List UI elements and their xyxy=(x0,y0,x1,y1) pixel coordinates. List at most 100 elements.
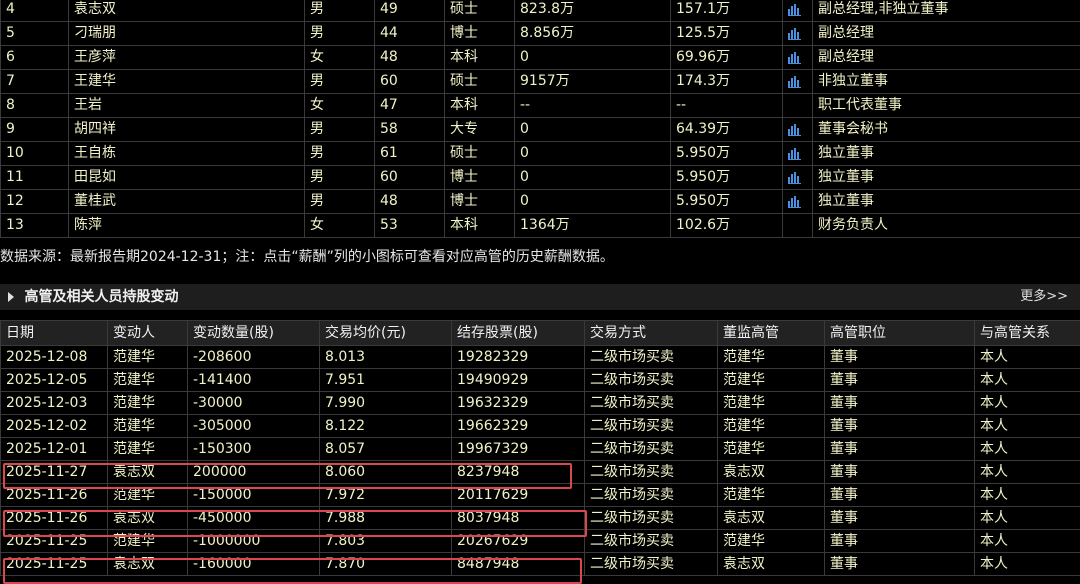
salary-history-cell[interactable] xyxy=(782,45,813,70)
bar-chart-icon[interactable] xyxy=(788,171,801,184)
cell-gender: 男 xyxy=(304,141,375,166)
table-cell: 本人 xyxy=(974,437,1080,461)
table-row: 11 田昆如男 60 博士 0 5.950万 独立董事 xyxy=(0,165,1080,190)
cell-gender: 男 xyxy=(304,0,375,22)
bar-chart-icon[interactable] xyxy=(788,3,801,16)
cell-holding: 0 xyxy=(514,189,671,214)
bar-chart-icon[interactable] xyxy=(788,195,801,208)
salary-history-cell[interactable] xyxy=(782,141,813,166)
table-cell: 范建华 xyxy=(107,529,188,553)
salary-history-cell[interactable] xyxy=(782,117,813,142)
column-header[interactable]: 交易均价(元) xyxy=(319,320,452,346)
cell-gender: 男 xyxy=(304,165,375,190)
cell-no: 13 xyxy=(0,213,69,238)
cell-position: 董事会秘书 xyxy=(812,117,1080,142)
cell-position: 独立董事 xyxy=(812,141,1080,166)
cell-edu: 硕士 xyxy=(444,69,515,94)
salary-history-cell[interactable] xyxy=(782,189,813,214)
table-cell: 二级市场买卖 xyxy=(584,483,718,507)
table-cell: 8487948 xyxy=(451,552,585,576)
more-link[interactable]: 更多>> xyxy=(1020,284,1068,310)
table-cell: 袁志双 xyxy=(107,552,188,576)
column-header[interactable]: 与高管关系 xyxy=(974,320,1080,346)
data-source-note: 数据来源：最新报告期2024-12-31；注：点击“薪酬”列的小图标可查看对应高… xyxy=(0,249,614,265)
table-cell: 董事 xyxy=(824,414,975,438)
column-header[interactable]: 高管职位 xyxy=(824,320,975,346)
table-cell: 本人 xyxy=(974,368,1080,392)
salary-history-cell[interactable] xyxy=(782,165,813,190)
table-cell: 2025-11-27 xyxy=(0,460,108,484)
table-row: 4 袁志双男 49 硕士 823.8万 157.1万 副总经理,非独立董事 xyxy=(0,0,1080,22)
salary-history-cell[interactable] xyxy=(782,0,813,22)
cell-position: 财务负责人 xyxy=(812,213,1080,238)
cell-name: 刁瑞朋 xyxy=(68,21,305,46)
table-cell: 7.951 xyxy=(319,368,452,392)
table-cell: 2025-11-25 xyxy=(0,552,108,576)
salary-history-cell xyxy=(782,213,813,238)
salary-history-cell xyxy=(782,93,813,118)
cell-age: 48 xyxy=(374,45,445,70)
cell-salary: 5.950万 xyxy=(670,165,783,190)
table-row: 2025-12-01 范建华 -150300 8.057 19967329 二级市场买卖范… xyxy=(0,437,1080,461)
table-row: 9 胡四祥男 58 大专 0 64.39万 董事会秘书 xyxy=(0,117,1080,142)
cell-edu: 本科 xyxy=(444,213,515,238)
table-cell: 19662329 xyxy=(451,414,585,438)
cell-age: 47 xyxy=(374,93,445,118)
table-cell: 7.803 xyxy=(319,529,452,553)
column-header[interactable]: 交易方式 xyxy=(584,320,718,346)
bar-chart-icon[interactable] xyxy=(788,27,801,40)
table-row: 2025-11-25 袁志双 -160000 7.870 8487948 二级市场买卖 袁志… xyxy=(0,552,1080,576)
table-cell: 7.972 xyxy=(319,483,452,507)
table-cell: 19967329 xyxy=(451,437,585,461)
table-cell: 8037948 xyxy=(451,506,585,530)
table-cell: 范建华 xyxy=(717,368,825,392)
table-cell: 袁志双 xyxy=(107,506,188,530)
cell-position: 独立董事 xyxy=(812,165,1080,190)
table-row: 13 陈萍女 53 本科 1364万 102.6万 财务负责人 xyxy=(0,213,1080,238)
cell-edu: 博士 xyxy=(444,189,515,214)
table-row: 2025-12-02 范建华 -305000 8.122 19662329 二级市场买卖范… xyxy=(0,414,1080,438)
table-cell: 二级市场买卖 xyxy=(584,460,718,484)
table-cell: 董事 xyxy=(824,391,975,415)
table-cell: 范建华 xyxy=(717,437,825,461)
bar-chart-icon[interactable] xyxy=(788,123,801,136)
table-cell: 袁志双 xyxy=(107,460,188,484)
table-cell: 本人 xyxy=(974,345,1080,369)
column-header[interactable]: 日期 xyxy=(0,320,108,346)
column-header[interactable]: 变动数量(股) xyxy=(187,320,320,346)
cell-gender: 男 xyxy=(304,21,375,46)
cell-position: 非独立董事 xyxy=(812,69,1080,94)
table-cell: 本人 xyxy=(974,460,1080,484)
section-title: 高管及相关人员持股变动 xyxy=(24,289,179,305)
table-cell: -1000000 xyxy=(187,529,320,553)
column-header[interactable]: 变动人 xyxy=(107,320,188,346)
cell-gender: 男 xyxy=(304,117,375,142)
cell-holding: 0 xyxy=(514,165,671,190)
table-row: 12 董桂武男 48 博士 0 5.950万 独立董事 xyxy=(0,189,1080,214)
bar-chart-icon[interactable] xyxy=(788,147,801,160)
table-cell: 范建华 xyxy=(717,483,825,507)
table-row: 2025-11-27 袁志双 200000 8.060 8237948 二级市场买卖 袁志双… xyxy=(0,460,1080,484)
table-cell: 董事 xyxy=(824,345,975,369)
column-header[interactable]: 董监高管 xyxy=(717,320,825,346)
table-cell: 2025-12-08 xyxy=(0,345,108,369)
table-cell: 董事 xyxy=(824,529,975,553)
column-header[interactable]: 结存股票(股) xyxy=(451,320,585,346)
cell-edu: 博士 xyxy=(444,165,515,190)
cell-gender: 女 xyxy=(304,93,375,118)
salary-history-cell[interactable] xyxy=(782,21,813,46)
table-row: 7 王建华男 60 硕士 9157万 174.3万 非独立董事 xyxy=(0,69,1080,94)
cell-age: 58 xyxy=(374,117,445,142)
table-cell: 8.013 xyxy=(319,345,452,369)
cell-edu: 硕士 xyxy=(444,141,515,166)
table-cell: 7.988 xyxy=(319,506,452,530)
salary-history-cell[interactable] xyxy=(782,69,813,94)
table-cell: 2025-12-02 xyxy=(0,414,108,438)
table-cell: 袁志双 xyxy=(717,506,825,530)
bar-chart-icon[interactable] xyxy=(788,75,801,88)
table-cell: 本人 xyxy=(974,414,1080,438)
table-row: 8 王岩女 47 本科 -- -- 职工代表董事 xyxy=(0,93,1080,118)
cell-no: 7 xyxy=(0,69,69,94)
table-cell: 2025-12-05 xyxy=(0,368,108,392)
bar-chart-icon[interactable] xyxy=(788,51,801,64)
